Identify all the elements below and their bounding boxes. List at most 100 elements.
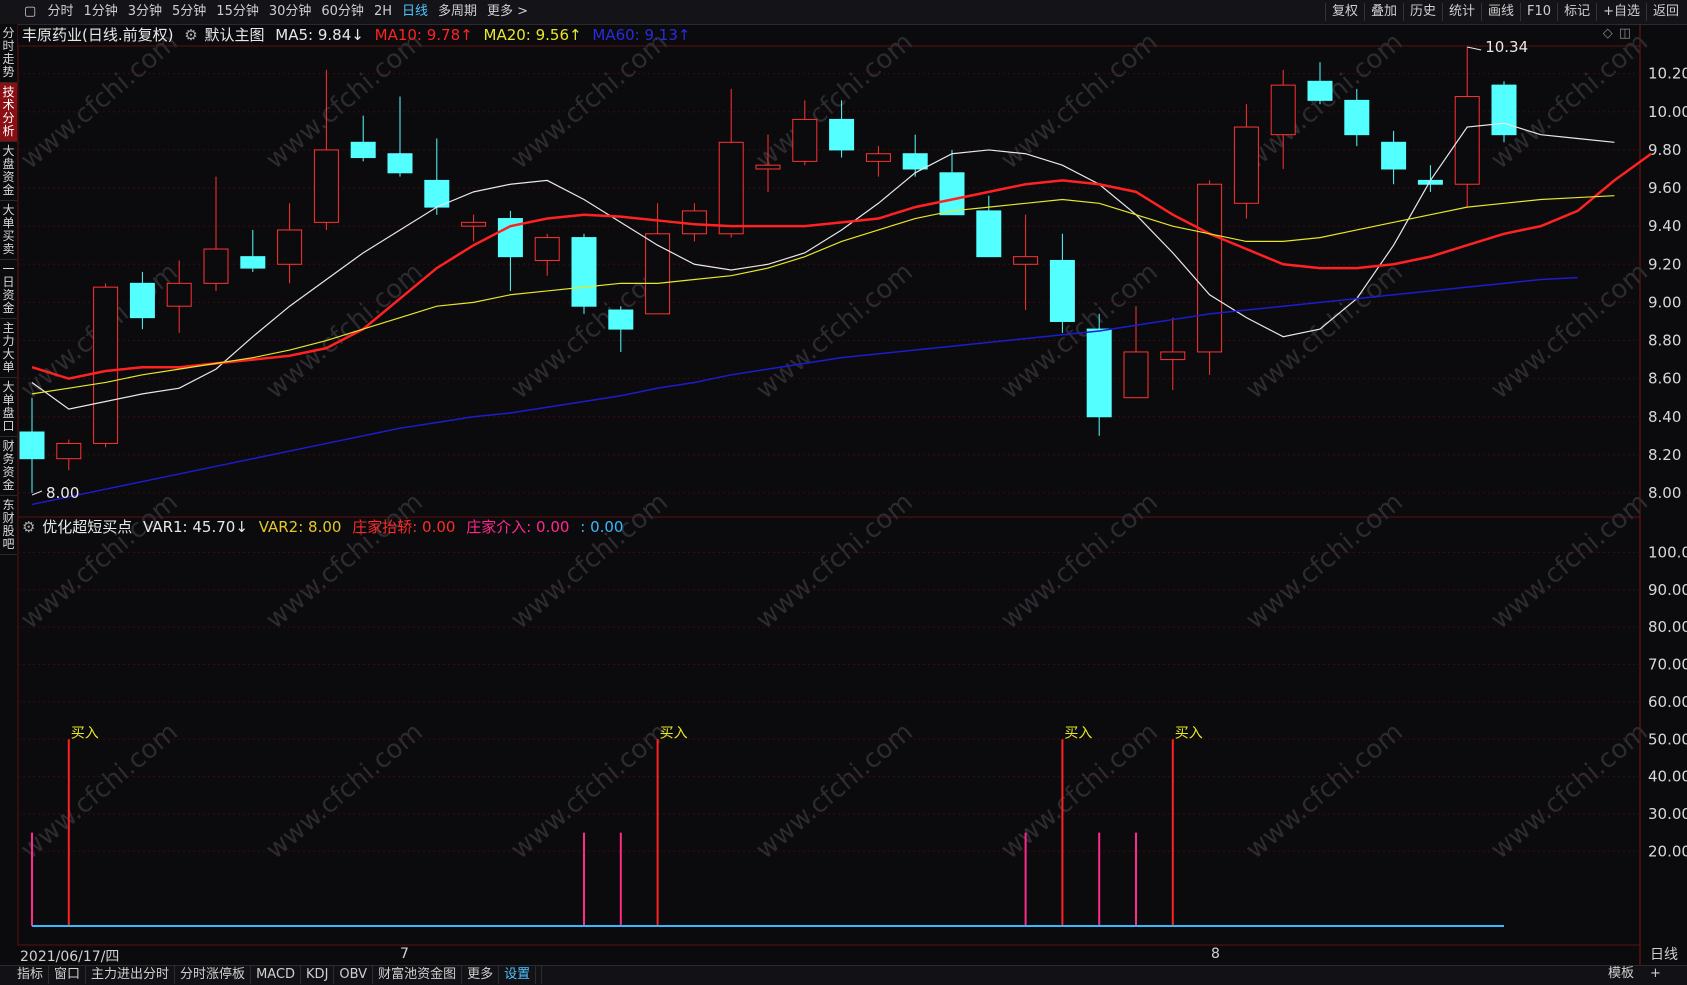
candle-body	[902, 153, 928, 170]
price-tick-label: 10.00	[1648, 103, 1687, 121]
candle-body	[792, 118, 818, 162]
window-icon[interactable]: ◫	[1619, 26, 1631, 41]
toolbar-right-actions: 复权 叠加 历史 统计 画线 F10 标记 +自选 返回	[1324, 3, 1685, 21]
indicator-tab[interactable]: OBV	[334, 966, 374, 984]
watermark-text: www.cfchi.com	[1240, 257, 1409, 405]
side-tab[interactable]: 大单盘口	[0, 378, 17, 437]
low-price-label: 8.00	[46, 484, 79, 502]
indicator-tab[interactable]: 窗口	[49, 966, 87, 984]
period-tab[interactable]: 60分钟	[316, 3, 369, 21]
buy-signal-label: 买入	[1064, 725, 1092, 741]
indicator-tab[interactable]: 指标	[12, 966, 50, 984]
indicator-tab[interactable]: 财富池资金图	[373, 966, 463, 984]
period-label: 日线	[1650, 947, 1678, 963]
indicator-tick-label: 100.00	[1648, 544, 1687, 562]
toolbar-action[interactable]: 历史	[1402, 3, 1442, 21]
toolbar-icon[interactable]: ▢	[22, 3, 38, 21]
period-tab[interactable]: 2H	[369, 3, 397, 21]
candle-body	[976, 210, 1002, 258]
settings-icon[interactable]: ⚙	[22, 518, 35, 536]
candle-body	[1086, 328, 1112, 418]
watermark-text: www.cfchi.com	[750, 27, 919, 175]
candle-body	[56, 442, 82, 460]
candle-body	[1160, 351, 1186, 361]
indicator-tab[interactable]: 主力进出分时	[86, 966, 176, 984]
side-tab[interactable]: 主力大单	[0, 319, 17, 378]
sub-chart-info: ⚙ 优化超短买点 VAR1: 45.70↓ VAR2: 8.00 庄家抬轿: 0…	[22, 516, 629, 537]
indicator-tab[interactable]: 更多	[462, 966, 500, 984]
toolbar-action[interactable]: 复权	[1324, 3, 1364, 21]
period-tab[interactable]: 分时	[42, 3, 78, 21]
high-price-label: 10.34	[1485, 38, 1528, 56]
buy-signal-label: 买入	[1175, 725, 1203, 741]
indicator-tab[interactable]: 分时涨停板	[175, 966, 252, 984]
toolbar-action[interactable]: 统计	[1442, 3, 1481, 21]
side-tab[interactable]: 技术分析	[0, 83, 17, 142]
indicator-tab[interactable]: KDJ	[301, 966, 335, 984]
candle-body	[1454, 96, 1480, 185]
template-button[interactable]: 模板	[1608, 965, 1634, 983]
watermark-text: www.cfchi.com	[1485, 257, 1654, 405]
add-button[interactable]: +	[1650, 965, 1661, 983]
indicator-tab[interactable]: MACD	[251, 966, 302, 984]
period-tab[interactable]: 3分钟	[123, 3, 167, 21]
candle-body	[608, 309, 634, 330]
toolbar-action[interactable]: 画线	[1481, 3, 1520, 21]
candle-body	[387, 153, 413, 174]
toolbar-action[interactable]: 标记	[1557, 3, 1596, 21]
period-tabs: ▢ 分时 1分钟 3分钟 5分钟 15分钟 30分钟 60分钟 2H 日线 多周期 更多 >	[22, 3, 533, 21]
zjjr-readout: 庄家介入: 0.00	[466, 518, 570, 536]
period-tab[interactable]: 日线	[397, 3, 433, 21]
indicator-tick-label: 60.00	[1648, 693, 1687, 711]
watermark-text: www.cfchi.com	[1485, 487, 1654, 635]
toolbar-action[interactable]: 叠加	[1363, 3, 1403, 21]
period-tab[interactable]: 15分钟	[211, 3, 264, 21]
candle-body	[1233, 126, 1259, 204]
period-tab[interactable]: 30分钟	[264, 3, 317, 21]
candle-body	[1197, 183, 1223, 353]
period-tab[interactable]: 更多 >	[482, 3, 533, 21]
diamond-icon[interactable]: ◇	[1603, 26, 1613, 41]
candle-body	[1491, 84, 1517, 136]
candle-body	[571, 237, 597, 307]
buy-signal-label: 买入	[71, 725, 99, 741]
settings-icon[interactable]: ⚙	[184, 26, 197, 44]
chart-canvas[interactable]: www.cfchi.com www.cfchi.com www.cfchi.com w…	[0, 0, 1687, 984]
watermark-text: www.cfchi.com	[505, 487, 674, 635]
toolbar-action[interactable]: 返回	[1645, 3, 1685, 21]
watermark-text: www.cfchi.com	[750, 487, 919, 635]
ma60-readout: MA60: 9.13↑	[592, 26, 691, 44]
price-tick-label: 9.00	[1648, 293, 1681, 311]
candle-body	[829, 118, 855, 151]
side-tab-rail: 分时走势 技术分析 大盘资金 大单买卖 一日资金 主力大单 大单盘口 财务资金 东财股吧	[0, 24, 18, 555]
toolbar-action[interactable]: F10	[1520, 3, 1557, 21]
template-label[interactable]: 默认主图	[205, 26, 265, 44]
watermark-text: www.cfchi.com	[505, 27, 674, 175]
candle-body	[350, 141, 376, 159]
price-tick-label: 10.20	[1648, 65, 1687, 83]
indicator-tick-label: 30.00	[1648, 805, 1687, 823]
ma5-readout: MA5: 9.84↓	[275, 26, 364, 44]
watermark-text: www.cfchi.com	[15, 27, 184, 175]
extra-readout: : 0.00	[580, 518, 624, 536]
side-tab[interactable]: 东财股吧	[0, 496, 17, 555]
candle-body	[1344, 99, 1370, 136]
indicator-tabs: 指标 窗口 主力进出分时 分时涨停板 MACD KDJ OBV 财富池资金图 更多 设置	[0, 965, 1687, 985]
price-tick-label: 9.40	[1648, 217, 1681, 235]
toolbar-action[interactable]: +自选	[1596, 3, 1646, 21]
side-tab[interactable]: 一日资金	[0, 260, 17, 319]
indicator-tab[interactable]: 设置	[499, 966, 537, 984]
indicator-title[interactable]: 优化超短买点	[42, 518, 132, 536]
price-tick-label: 9.80	[1648, 141, 1681, 159]
stock-title[interactable]: 丰原药业(日线.前复权)	[22, 26, 173, 44]
price-tick-label: 8.00	[1648, 484, 1681, 502]
ma-line-ma10	[31, 152, 1652, 380]
side-tab[interactable]: 分时走势	[0, 24, 17, 83]
candle-body	[1307, 80, 1333, 101]
period-tab[interactable]: 5分钟	[167, 3, 211, 21]
side-tab[interactable]: 大单买卖	[0, 201, 17, 260]
side-tab[interactable]: 财务资金	[0, 437, 17, 496]
period-tab[interactable]: 多周期	[433, 3, 482, 21]
period-tab[interactable]: 1分钟	[78, 3, 122, 21]
side-tab[interactable]: 大盘资金	[0, 142, 17, 201]
